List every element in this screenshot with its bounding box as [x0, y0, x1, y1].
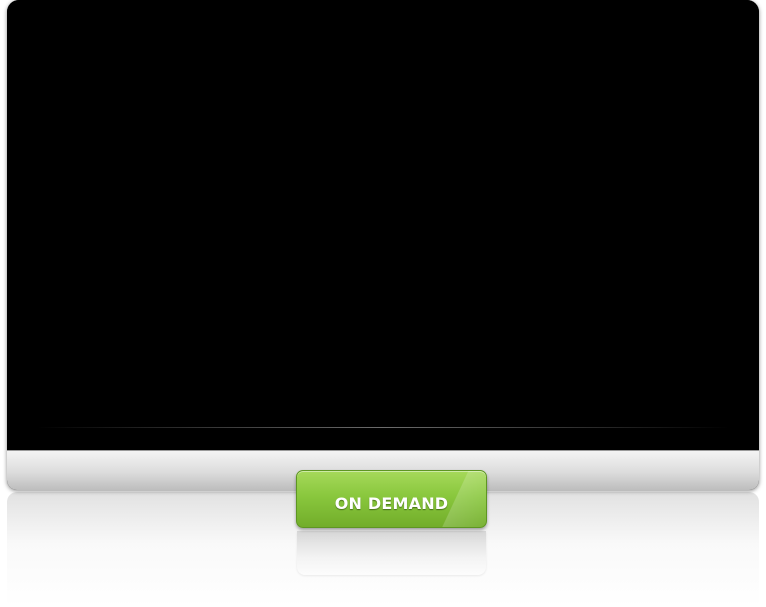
on-demand-button[interactable]: ON DEMAND	[296, 470, 487, 528]
video-screen[interactable]	[7, 0, 759, 450]
button-reflection	[297, 531, 486, 575]
screen-glare	[37, 427, 729, 428]
on-demand-label: ON DEMAND	[334, 493, 449, 513]
stage: ON DEMAND	[0, 0, 766, 607]
tv-device	[7, 0, 759, 490]
